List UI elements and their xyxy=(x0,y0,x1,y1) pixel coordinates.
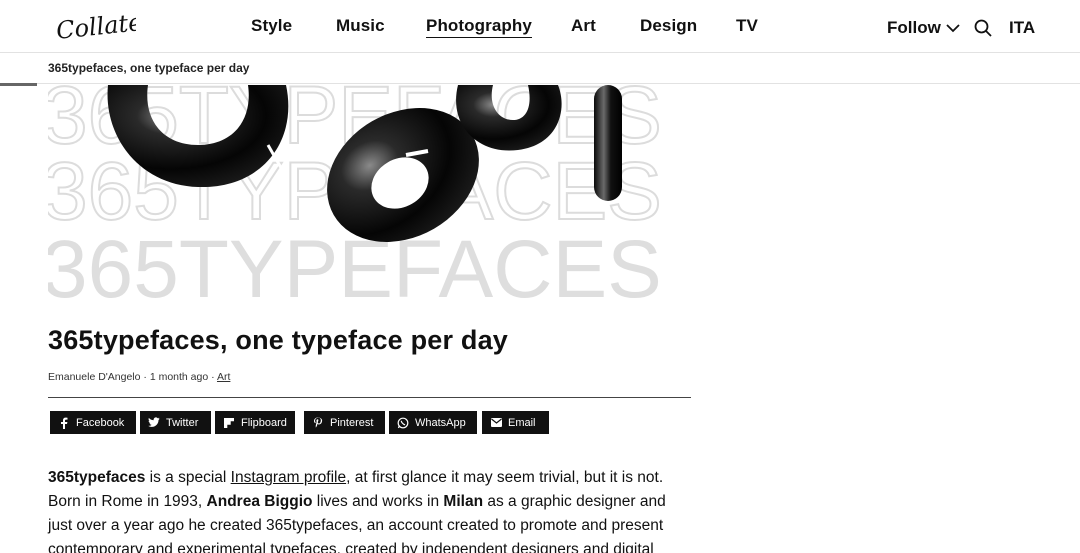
svg-text:365TYPEFACES: 365TYPEFACES xyxy=(48,224,662,300)
breadcrumb: 365typefaces, one typeface per day xyxy=(0,53,1080,84)
follow-dropdown[interactable]: Follow xyxy=(887,18,961,38)
chevron-down-icon xyxy=(945,22,961,34)
nav-item-music[interactable]: Music xyxy=(336,16,385,36)
share-email-button[interactable]: Email xyxy=(482,411,549,434)
nav-item-style[interactable]: Style xyxy=(251,16,292,36)
share-label: WhatsApp xyxy=(415,416,466,429)
body-text: is a special xyxy=(145,469,231,486)
publish-time: 1 month ago xyxy=(149,371,209,383)
nav-item-tv[interactable]: TV xyxy=(736,16,758,36)
language-switch[interactable]: ITA xyxy=(1009,18,1035,38)
bold-text: 365typefaces xyxy=(48,469,146,486)
share-label: Facebook xyxy=(76,416,125,429)
share-label: Twitter xyxy=(166,416,199,429)
collateral-logo[interactable]: Collateral xyxy=(54,6,136,44)
tube-bar xyxy=(594,85,622,201)
pinterest-icon xyxy=(312,417,324,429)
svg-text:Collateral: Collateral xyxy=(55,6,136,44)
nav-item-art[interactable]: Art xyxy=(571,16,596,36)
bold-text: Milan xyxy=(443,493,484,510)
share-pinterest-button[interactable]: Pinterest xyxy=(304,411,385,434)
meta-separator: · xyxy=(140,371,150,383)
facebook-icon xyxy=(58,417,70,429)
share-facebook-button[interactable]: Facebook xyxy=(50,411,136,434)
twitter-icon xyxy=(148,417,160,429)
share-label: Pinterest xyxy=(330,416,374,429)
share-label: Email xyxy=(508,416,536,429)
share-twitter-button[interactable]: Twitter xyxy=(140,411,211,434)
flipboard-icon xyxy=(223,417,235,429)
article-meta: Emanuele D'Angelo · 1 month ago · Art xyxy=(48,371,230,383)
share-flipboard-button[interactable]: Flipboard xyxy=(215,411,295,434)
hero-image: 365TYPEFACES 365TYPEFACES 365TYPEFACES xyxy=(48,85,691,300)
email-icon xyxy=(490,417,502,429)
site-header: Collateral Style Music Photography Art D… xyxy=(0,0,1080,53)
category-link[interactable]: Art xyxy=(217,371,230,383)
reading-progress-bar xyxy=(0,83,37,86)
follow-label: Follow xyxy=(887,18,941,37)
whatsapp-icon xyxy=(397,417,409,429)
article-title: 365typefaces, one typeface per day xyxy=(48,325,509,355)
nav-item-photography[interactable]: Photography xyxy=(426,16,532,38)
share-whatsapp-button[interactable]: WhatsApp xyxy=(389,411,477,434)
meta-separator: · xyxy=(208,371,217,383)
nav-item-design[interactable]: Design xyxy=(640,16,697,36)
author-name: Emanuele D'Angelo xyxy=(48,371,141,383)
instagram-profile-link[interactable]: Instagram profile xyxy=(231,469,346,486)
bold-text: Andrea Biggio xyxy=(206,493,313,510)
body-text: lives and works in xyxy=(312,493,444,510)
breadcrumb-current: 365typefaces, one typeface per day xyxy=(48,61,250,75)
article-paragraph: 365typefaces is a special Instagram prof… xyxy=(48,466,688,553)
search-icon[interactable] xyxy=(973,18,993,38)
divider xyxy=(48,397,691,398)
share-label: Flipboard xyxy=(241,416,287,429)
article-body: 365typefaces is a special Instagram prof… xyxy=(48,466,688,553)
